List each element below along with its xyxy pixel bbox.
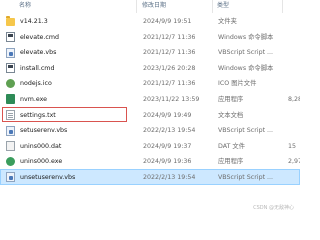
file-modified-date: 2023/1/26 20:28	[143, 64, 196, 72]
file-name: unins000.exe	[20, 158, 63, 166]
dat-file-icon	[6, 141, 15, 152]
file-name: nvm.exe	[20, 95, 48, 103]
txt-file-icon	[6, 110, 15, 121]
file-modified-date: 2024/9/9 19:51	[143, 18, 192, 25]
ico-file-icon	[6, 78, 15, 88]
file-row[interactable]: v14.21.3 2024/9/9 19:51 文件夹	[0, 13, 300, 29]
cmd-file-icon	[6, 32, 15, 43]
file-modified-date: 2021/12/7 11:36	[143, 33, 196, 41]
file-explorer-window: 名称 修改日期 类型 v14.21.3 2024/9/9 19:51 文件夹 elev…	[0, 0, 300, 216]
file-modified-date: 2021/12/7 11:36	[143, 80, 196, 88]
file-name: elevate.cmd	[20, 33, 60, 41]
vbs-file-icon	[6, 47, 15, 58]
file-name: settings.txt	[20, 111, 56, 119]
file-list: v14.21.3 2024/9/9 19:51 文件夹 elevate.cmd 2021…	[0, 13, 300, 185]
file-modified-date: 2024/9/9 19:36	[143, 158, 192, 166]
exe-file-icon	[6, 94, 15, 105]
file-type: VBScript Script ...	[218, 173, 274, 181]
file-type: DAT 文件	[218, 142, 245, 150]
file-row[interactable]: settings.txt 2024/9/9 19:49 文本文档	[2, 106, 243, 123]
file-modified-date: 2024/9/9 19:37	[143, 142, 192, 150]
folder-icon	[6, 16, 15, 26]
file-name: v14.21.3	[20, 18, 48, 25]
column-divider[interactable]	[212, 0, 213, 13]
file-name: nodejs.ico	[20, 80, 52, 88]
file-name: elevate.vbs	[20, 49, 57, 57]
file-row[interactable]: setuserenv.vbs 2022/2/13 19:54 VBScript Sc…	[0, 122, 300, 138]
column-divider[interactable]	[136, 0, 137, 13]
file-size: 2,97	[288, 158, 300, 166]
file-name: unins000.dat	[20, 142, 62, 150]
file-size: 15	[288, 142, 297, 150]
file-type: 应用程序	[218, 95, 244, 103]
file-modified-date: 2023/11/22 13:59	[143, 95, 200, 103]
uninstall-exe-icon	[6, 156, 15, 166]
column-header-date[interactable]: 修改日期	[142, 2, 166, 10]
file-modified-date: 2022/2/13 19:54	[143, 127, 196, 135]
file-row[interactable]: unins000.dat 2024/9/9 19:37 DAT 文件 15	[0, 138, 300, 154]
file-modified-date: 2022/2/13 19:54	[143, 173, 196, 181]
watermark-text: CSDN @无敌神心	[253, 205, 294, 211]
file-row[interactable]: install.cmd 2023/1/26 20:28 Windows 命令脚本	[0, 60, 300, 76]
file-name: unsetuserenv.vbs	[20, 173, 76, 181]
file-name: setuserenv.vbs	[20, 127, 68, 135]
file-row[interactable]: elevate.vbs 2021/12/7 11:36 VBScript Scrip…	[0, 44, 300, 60]
file-type: 文本文档	[218, 111, 244, 119]
vbs-file-icon	[6, 125, 15, 136]
file-type: Windows 命令脚本	[218, 64, 274, 72]
file-type: ICO 图片文件	[218, 80, 257, 88]
file-name: install.cmd	[20, 64, 55, 72]
file-type: VBScript Script ...	[218, 49, 274, 57]
column-divider[interactable]	[282, 0, 283, 13]
column-header-type[interactable]: 类型	[217, 2, 229, 10]
vbs-file-icon	[6, 172, 15, 183]
file-row[interactable]: unsetuserenv.vbs 2022/2/13 19:54 VBScript …	[0, 168, 300, 185]
file-type: Windows 命令脚本	[218, 33, 274, 41]
file-type: 文件夹	[218, 18, 237, 25]
file-size: 8,28	[288, 95, 300, 103]
column-header-bar: 名称 修改日期 类型	[0, 0, 300, 14]
file-row[interactable]: unins000.exe 2024/9/9 19:36 应用程序 2,97	[0, 153, 300, 169]
column-header-name[interactable]: 名称	[19, 2, 31, 10]
file-row[interactable]: elevate.cmd 2021/12/7 11:36 Windows 命令脚本	[0, 29, 300, 45]
file-type: 应用程序	[218, 158, 244, 166]
file-row[interactable]: nvm.exe 2023/11/22 13:59 应用程序 8,28	[0, 91, 300, 107]
file-modified-date: 2021/12/7 11:36	[143, 49, 196, 57]
file-type: VBScript Script ...	[218, 127, 274, 135]
cmd-file-icon	[6, 63, 15, 74]
file-row[interactable]: nodejs.ico 2021/12/7 11:36 ICO 图片文件	[0, 75, 300, 91]
file-modified-date: 2024/9/9 19:49	[143, 111, 192, 119]
